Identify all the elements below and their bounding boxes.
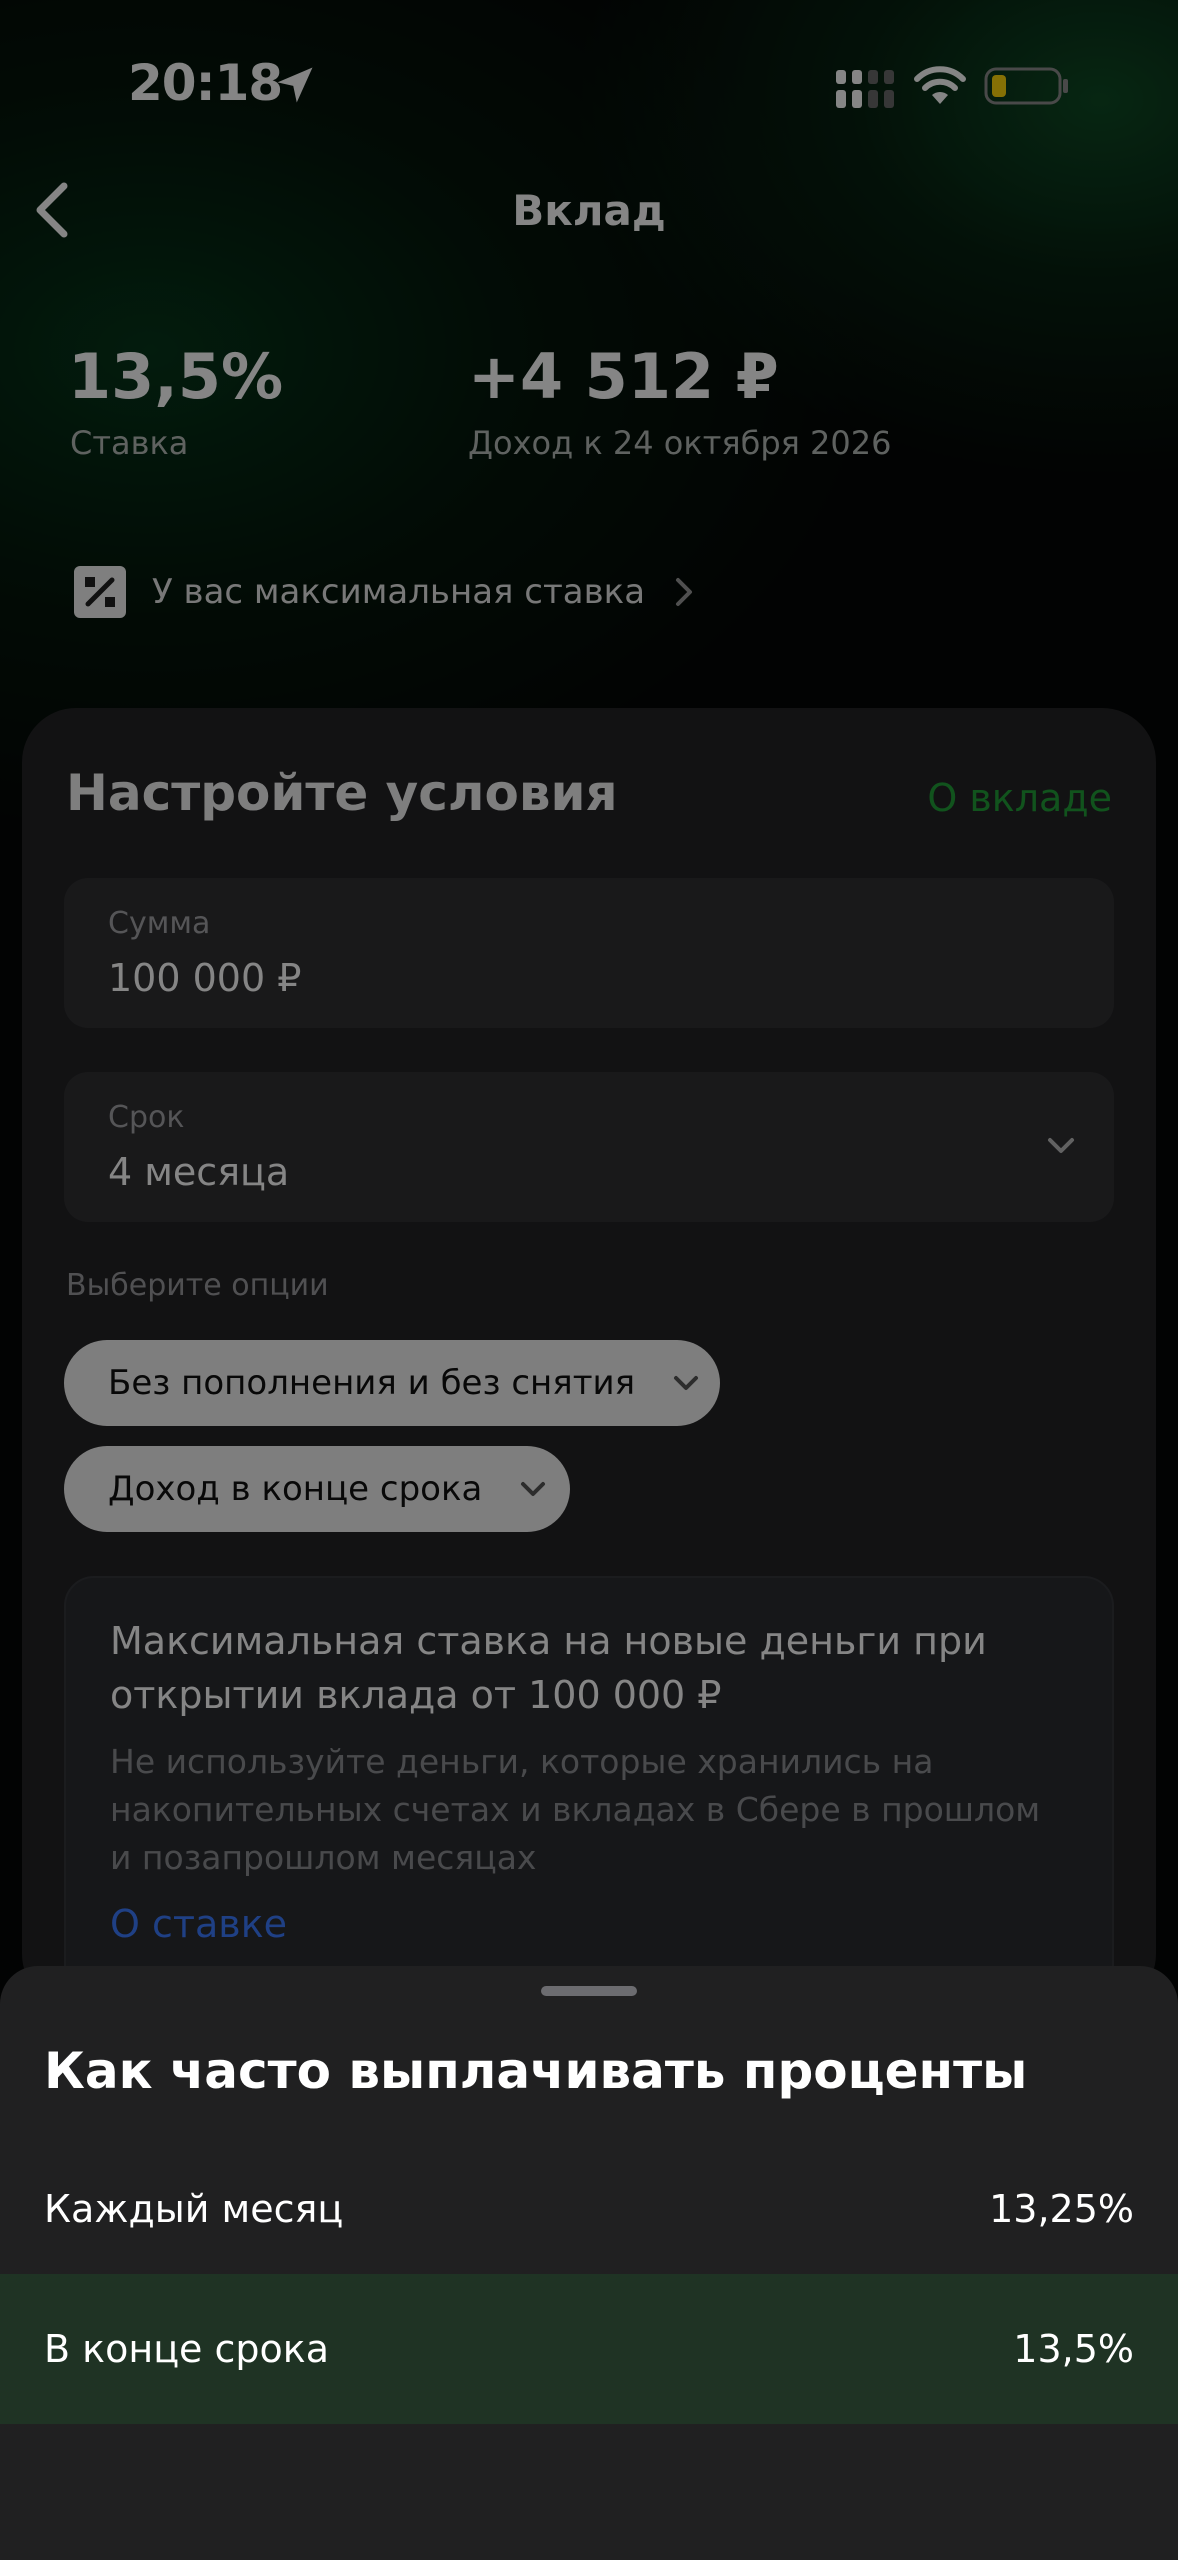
payout-option-monthly[interactable]: Каждый месяц 13,25% — [0, 2134, 1178, 2284]
option-rate: 13,25% — [989, 2187, 1134, 2231]
sheet-handle[interactable] — [541, 1986, 637, 1996]
interest-payout-sheet: Как часто выплачивать проценты Каждый ме… — [0, 1966, 1178, 2560]
option-label: Каждый месяц — [44, 2187, 344, 2231]
payout-option-end-of-term[interactable]: В конце срока 13,5% — [0, 2274, 1178, 2424]
option-label: В конце срока — [44, 2327, 330, 2371]
option-rate: 13,5% — [1013, 2327, 1134, 2371]
sheet-title: Как часто выплачивать проценты — [44, 2042, 1028, 2100]
